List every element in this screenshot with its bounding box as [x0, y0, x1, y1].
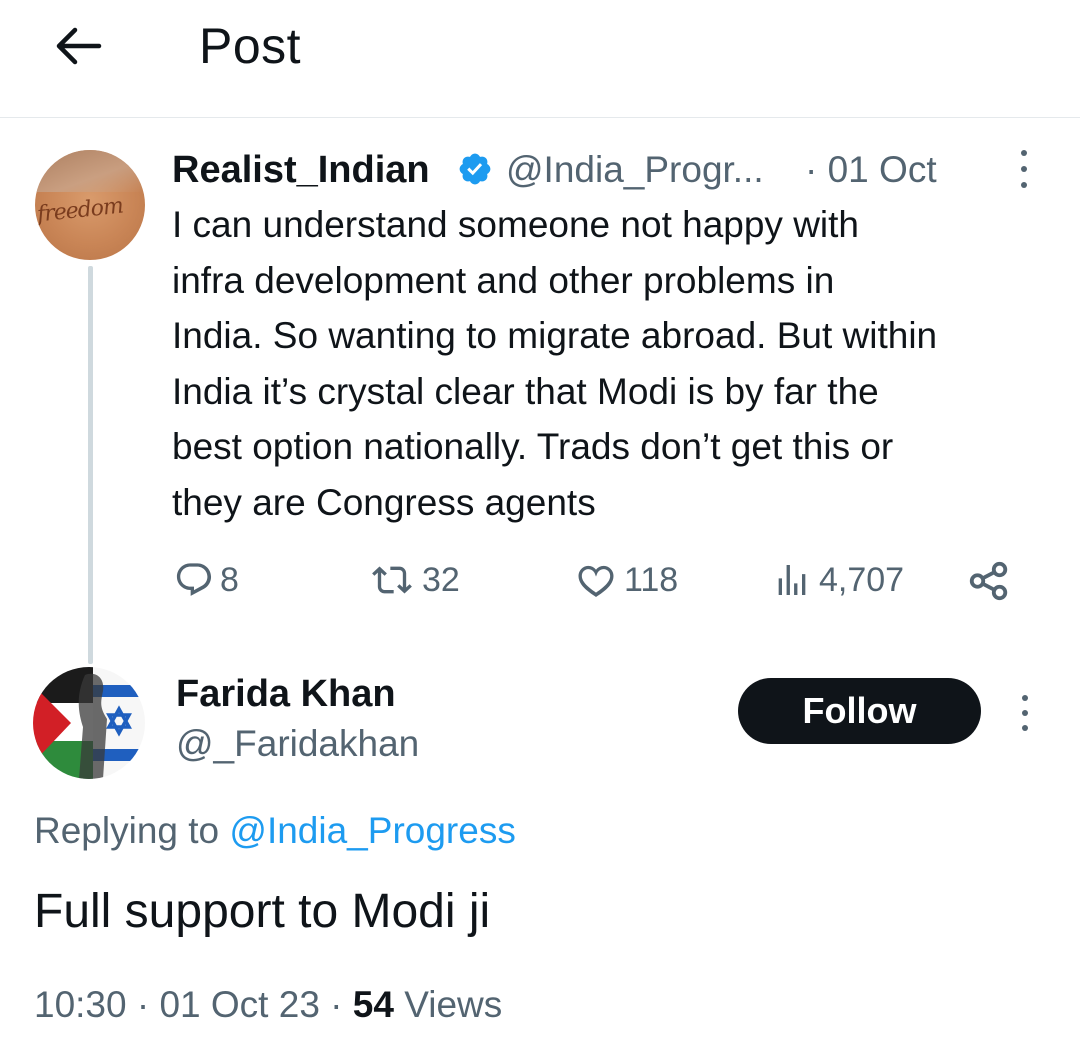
reply-icon [176, 563, 212, 596]
parent-more-button[interactable] [1011, 150, 1037, 188]
more-dot [1021, 182, 1027, 188]
reply-views-label: Views [393, 984, 503, 1025]
views-button[interactable]: 4,707 [771, 555, 904, 605]
replying-prefix: Replying to [34, 810, 230, 851]
parent-date[interactable]: · 01 Oct [805, 146, 937, 194]
like-button[interactable]: 118 [574, 555, 678, 605]
more-dot [1021, 166, 1027, 172]
reply-author-name[interactable]: Farida Khan [176, 669, 396, 719]
avatar-background [35, 150, 145, 192]
more-dot [1021, 150, 1027, 156]
more-dot [1022, 710, 1028, 716]
more-dot [1022, 725, 1028, 731]
reply-button[interactable]: 8 [174, 555, 239, 605]
back-button[interactable] [48, 20, 106, 72]
thread-line [88, 266, 93, 664]
header-divider [0, 117, 1080, 118]
arrow-left-icon [56, 27, 102, 65]
avatar-farida-khan[interactable] [33, 667, 145, 779]
parent-author-name[interactable]: Realist_Indian [172, 146, 430, 194]
replying-mention-link[interactable]: @India_Progress [229, 810, 515, 851]
avatar-realist-indian[interactable]: freedom [35, 150, 145, 260]
avatar-flags-image [33, 667, 145, 779]
page-title: Post [199, 18, 302, 74]
like-count: 118 [624, 560, 679, 599]
reply-meta: 10:30 · 01 Oct 23 · 54 Views [34, 979, 502, 1031]
parent-tweet-text: I can understand someone not happy with … [172, 204, 938, 523]
heart-icon [578, 565, 614, 597]
share-icon [969, 561, 1008, 601]
parent-author-handle[interactable]: @India_Progr... [506, 146, 764, 194]
reply-author-handle[interactable]: @_Faridakhan [176, 719, 419, 769]
repost-count: 32 [422, 560, 460, 599]
follow-button[interactable]: Follow [738, 678, 981, 744]
share-button[interactable] [966, 556, 1018, 606]
replying-to-line: Replying to @India_Progress [34, 806, 516, 856]
reply-count: 8 [220, 560, 239, 599]
reply-timestamp[interactable]: 10:30 · 01 Oct 23 · [34, 984, 353, 1025]
reply-more-button[interactable] [1012, 695, 1038, 731]
verified-badge-icon [459, 153, 491, 185]
avatar-word: freedom [35, 193, 124, 228]
repost-icon [372, 566, 412, 594]
repost-button[interactable]: 32 [368, 555, 460, 605]
reply-tweet-text: Full support to Modi ji [34, 885, 491, 938]
more-dot [1022, 695, 1028, 701]
analytics-icon [778, 565, 806, 595]
reply-views-count: 54 [352, 984, 394, 1025]
views-count: 4,707 [819, 560, 905, 599]
